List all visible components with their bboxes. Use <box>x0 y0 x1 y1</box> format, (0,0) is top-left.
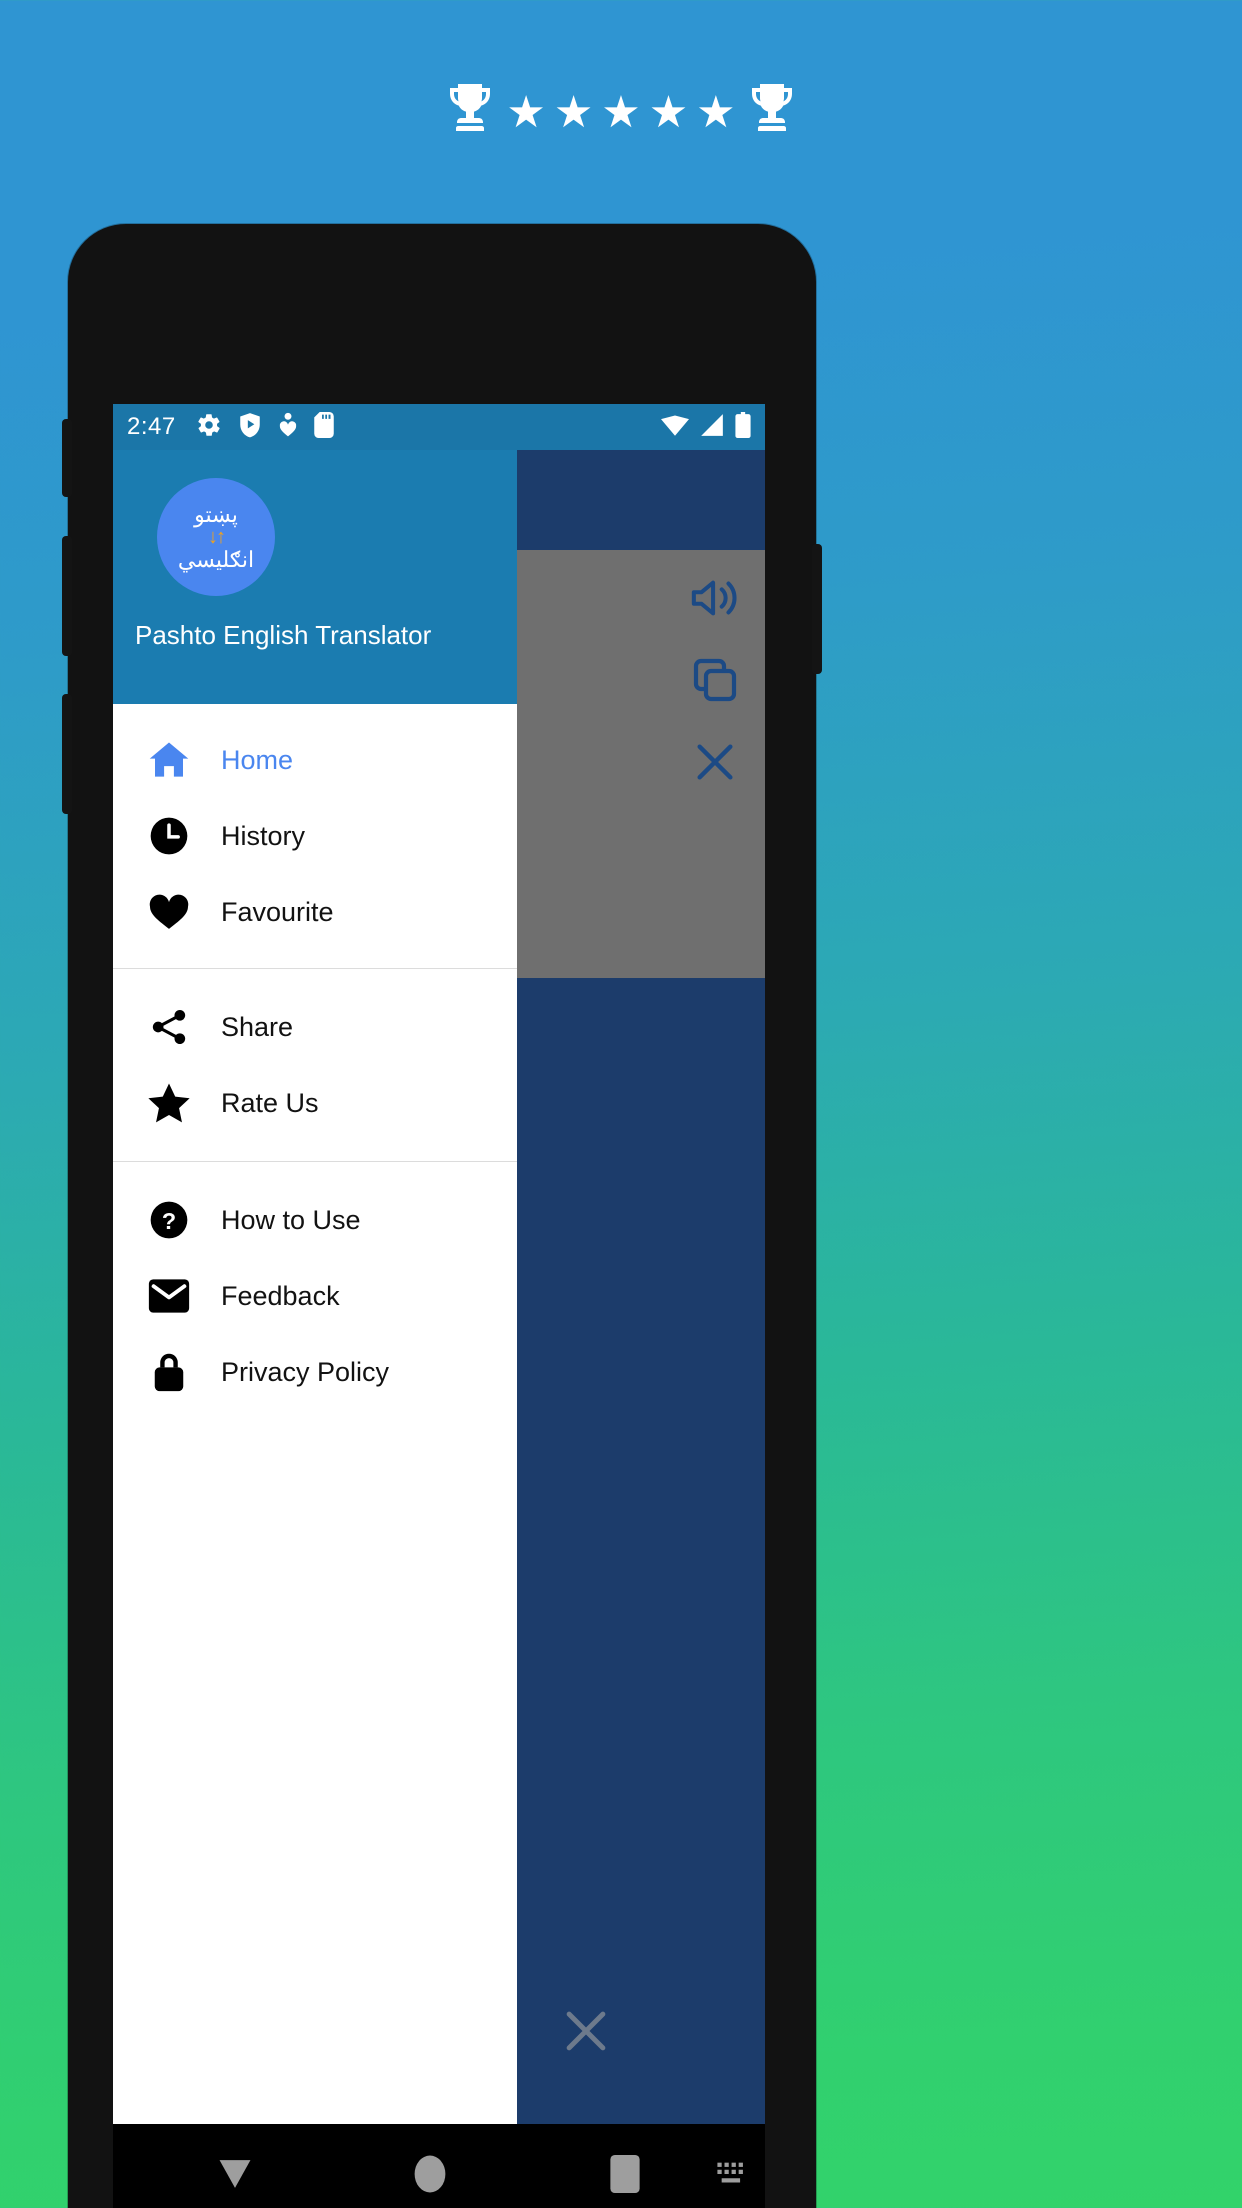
phone-volume-down-button <box>62 694 72 814</box>
heart-icon <box>147 890 191 934</box>
clock-icon <box>147 814 191 858</box>
app-logo-target-language: انګليسي <box>177 547 255 572</box>
star-icon: ★ <box>506 87 546 137</box>
phone-side-button <box>62 419 72 497</box>
award-banner: ★ ★ ★ ★ ★ <box>0 82 1242 143</box>
star-icon: ★ <box>696 87 736 137</box>
sidebar-item-feedback[interactable]: Feedback <box>113 1258 517 1334</box>
sidebar-item-label: How to Use <box>221 1204 361 1235</box>
gear-icon <box>196 412 222 443</box>
drawer-group-info: ? How to Use Feedback Privacy Policy <box>113 1161 517 1430</box>
phone-power-button <box>812 544 822 674</box>
sidebar-item-label: Feedback <box>221 1280 340 1311</box>
sidebar-item-rate-us[interactable]: Rate Us <box>113 1065 517 1141</box>
sidebar-item-share[interactable]: Share <box>113 989 517 1065</box>
star-icon: ★ <box>601 87 641 137</box>
sidebar-item-privacy-policy[interactable]: Privacy Policy <box>113 1334 517 1410</box>
lock-icon <box>147 1350 191 1394</box>
heart-person-icon <box>278 412 298 443</box>
copy-icon[interactable] <box>687 652 743 708</box>
recents-square-icon[interactable] <box>583 2155 668 2193</box>
play-shield-icon <box>238 412 262 443</box>
phone-screen: 2:47 پښتو ↓↑ انګليسي Pashto English Tran… <box>113 404 765 2124</box>
sidebar-item-label: Rate Us <box>221 1087 319 1118</box>
status-right-icons <box>661 411 751 443</box>
star-icon: ★ <box>553 87 594 137</box>
svg-text:?: ? <box>162 1208 176 1234</box>
star-icon: ★ <box>648 87 689 137</box>
status-bar: 2:47 <box>113 404 765 450</box>
share-icon <box>147 1005 191 1049</box>
sidebar-item-label: Favourite <box>221 896 334 927</box>
rating-stars: ★ ★ ★ ★ ★ <box>506 87 736 137</box>
trophy-icon <box>446 82 494 143</box>
sidebar-item-how-to-use[interactable]: ? How to Use <box>113 1182 517 1258</box>
home-icon <box>147 738 191 782</box>
signal-icon <box>699 413 725 442</box>
keyboard-icon[interactable] <box>701 2159 765 2189</box>
input-tool-column <box>687 570 743 790</box>
drawer-header: پښتو ↓↑ انګليسي Pashto English Translato… <box>113 450 517 704</box>
home-circle-icon[interactable] <box>388 2154 473 2194</box>
drawer-group-primary: Home History Favourite <box>113 704 517 968</box>
swap-arrows-icon: ↓↑ <box>208 526 226 548</box>
sidebar-item-label: Share <box>221 1011 294 1042</box>
sidebar-item-favourite[interactable]: Favourite <box>113 874 517 950</box>
app-name-label: Pashto English Translator <box>135 620 432 650</box>
drawer-group-engagement: Share Rate Us <box>113 968 517 1161</box>
star-icon <box>147 1081 191 1125</box>
phone-device-frame: 2:47 پښتو ↓↑ انګليسي Pashto English Tran… <box>62 224 822 2208</box>
phone-volume-up-button <box>62 536 72 656</box>
sidebar-item-label: Privacy Policy <box>221 1356 390 1387</box>
app-logo: پښتو ↓↑ انګليسي <box>157 478 275 596</box>
battery-icon <box>735 411 751 443</box>
speaker-icon[interactable] <box>687 570 743 626</box>
sidebar-item-label: Home <box>221 744 294 775</box>
sidebar-item-history[interactable]: History <box>113 798 517 874</box>
navigation-drawer: پښتو ↓↑ انګليسي Pashto English Translato… <box>113 450 517 2124</box>
status-left-icons <box>196 411 334 443</box>
close-icon[interactable] <box>687 734 743 790</box>
app-logo-source-language: پښتو <box>194 501 238 527</box>
status-clock: 2:47 <box>127 413 176 440</box>
question-icon: ? <box>147 1198 191 1242</box>
sidebar-item-label: History <box>221 820 306 851</box>
mail-icon <box>147 1274 191 1318</box>
back-triangle-icon[interactable] <box>193 2157 278 2191</box>
sd-card-icon <box>313 411 334 443</box>
trophy-icon <box>748 82 796 143</box>
system-navigation-bar <box>113 2124 765 2208</box>
wifi-icon <box>661 413 689 442</box>
clear-close-icon[interactable] <box>559 2004 613 2058</box>
sidebar-item-home[interactable]: Home <box>113 722 517 798</box>
